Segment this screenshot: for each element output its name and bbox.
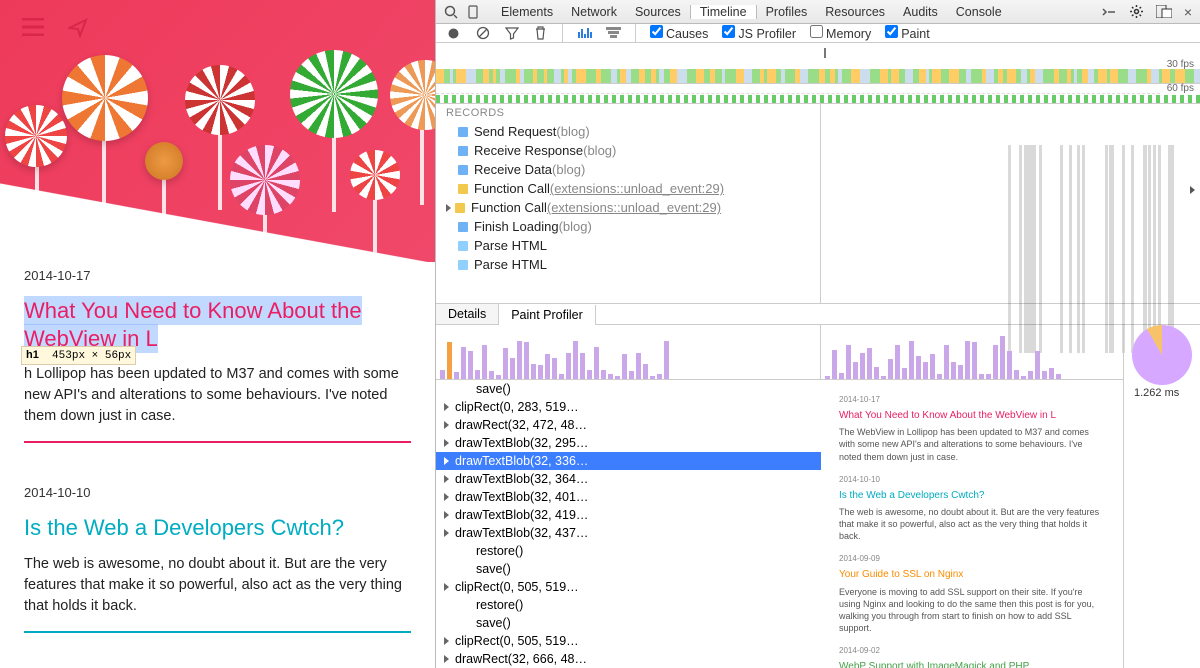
record-row[interactable]: Receive Response (blog) [436,141,820,160]
blog-page: 2014-10-17 What You Need to Know About t… [0,0,435,668]
paint-call-row[interactable]: save() [436,560,821,578]
paint-timing-pie: 1.262 ms [1124,325,1200,668]
record-row[interactable]: Parse HTML [436,255,820,274]
paint-profiler-bar-chart-continued[interactable] [821,325,1123,380]
paint-call-row[interactable]: drawTextBlob(32, 295… [436,434,821,452]
drawer-toggle-icon[interactable] [1101,5,1117,19]
record-row[interactable]: Function Call (extensions::unload_event:… [436,198,820,217]
timeline-overview-detail[interactable] [436,84,1200,104]
post-date: 2014-10-10 [24,485,411,500]
post-date: 2014-10-17 [24,268,411,283]
post-0: 2014-10-17 What You Need to Know About t… [0,262,435,479]
post-title[interactable]: What You Need to Know About the WebView … [24,297,411,352]
paint-profiler-call-list[interactable]: save()clipRect(0, 283, 519…drawRect(32, … [436,380,821,668]
post-excerpt: The web is awesome, no doubt about it. B… [24,554,411,617]
paint-call-row[interactable]: drawTextBlob(32, 336… [436,452,821,470]
pie-chart-icon [1132,325,1192,385]
fps-overview[interactable]: 30 fps 60 fps [436,43,1200,84]
garbage-collect-icon[interactable] [533,26,548,41]
element-dimension-tooltip: h1 453px × 56px [21,346,136,365]
devtools-tab-profiles[interactable]: Profiles [757,5,817,19]
paint-call-row[interactable]: clipRect(0, 283, 519… [436,398,821,416]
devtools-tab-audits[interactable]: Audits [894,5,947,19]
record-row[interactable]: Function Call (extensions::unload_event:… [436,179,820,198]
post-1: 2014-10-10 Is the Web a Developers Cwtch… [0,479,435,668]
settings-gear-icon[interactable] [1129,4,1144,19]
paint-call-row[interactable]: restore() [436,596,821,614]
paint-call-row[interactable]: drawTextBlob(32, 419… [436,506,821,524]
paint-checkbox[interactable]: Paint [885,25,930,41]
paint-timing-label: 1.262 ms [1134,387,1179,399]
barchart-view-icon[interactable] [577,26,592,41]
paint-call-row[interactable]: drawTextBlob(32, 364… [436,470,821,488]
devtools-panel: ElementsNetworkSourcesTimelineProfilesRe… [435,0,1200,668]
timeline-records: RECORDS Send Request (blog)Receive Respo… [436,104,821,303]
close-icon[interactable]: × [1184,4,1192,20]
background-frame-markers [822,145,1195,353]
dock-icon[interactable] [1156,5,1172,18]
record-row[interactable]: Send Request (blog) [436,122,820,141]
hamburger-icon[interactable] [22,18,44,41]
paint-preview: 2014-10-17What You Need to Know About th… [821,385,1123,668]
search-icon[interactable] [444,5,458,19]
divider [24,441,411,443]
hero-image [0,0,435,262]
paint-call-row[interactable]: drawTextBlob(32, 437… [436,524,821,542]
devtools-tabbar: ElementsNetworkSourcesTimelineProfilesRe… [436,0,1200,24]
send-icon[interactable] [68,18,88,43]
timeline-toolbar: Causes JS Profiler Memory Paint [436,24,1200,43]
devtools-tab-network[interactable]: Network [562,5,626,19]
devtools-tab-timeline[interactable]: Timeline [690,5,757,19]
devtools-tab-resources[interactable]: Resources [816,5,894,19]
records-header: RECORDS [436,104,820,122]
record-row[interactable]: Finish Loading (blog) [436,217,820,236]
devtools-tab-console[interactable]: Console [947,5,1011,19]
paint-call-row[interactable]: save() [436,614,821,632]
paint-call-row[interactable]: clipRect(0, 505, 519… [436,632,821,650]
record-row[interactable]: Receive Data (blog) [436,160,820,179]
record-icon[interactable] [446,26,461,41]
paint-call-row[interactable]: clipRect(0, 505, 519… [436,578,821,596]
flamechart-view-icon[interactable] [606,26,621,41]
paint-call-row[interactable]: drawRect(32, 666, 48… [436,650,821,668]
record-row[interactable]: Parse HTML [436,236,820,255]
memory-checkbox[interactable]: Memory [810,25,871,41]
paint-call-row[interactable]: save() [436,380,821,398]
causes-checkbox[interactable]: Causes [650,25,708,41]
paint-profiler-bar-chart[interactable] [436,325,821,380]
clear-icon[interactable] [475,26,490,41]
subtab-paint-profiler[interactable]: Paint Profiler [499,305,596,325]
paint-call-row[interactable]: restore() [436,542,821,560]
jsprofiler-checkbox[interactable]: JS Profiler [722,25,796,41]
devtools-tab-elements[interactable]: Elements [492,5,562,19]
post-title[interactable]: Is the Web a Developers Cwtch? [24,514,411,542]
devtools-tab-sources[interactable]: Sources [626,5,690,19]
paint-call-row[interactable]: drawRect(32, 472, 48… [436,416,821,434]
filter-icon[interactable] [504,26,519,41]
paint-call-row[interactable]: drawTextBlob(32, 401… [436,488,821,506]
device-icon[interactable] [468,5,478,19]
post-excerpt: h Lollipop has been updated to M37 and c… [24,364,411,427]
divider [24,631,411,633]
subtab-details[interactable]: Details [436,304,499,324]
